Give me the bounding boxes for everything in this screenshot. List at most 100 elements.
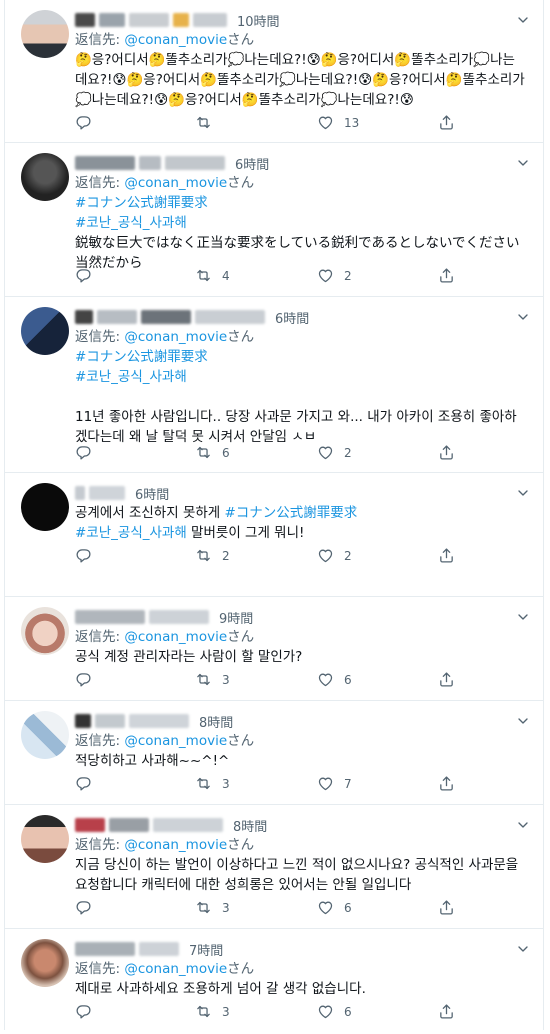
share-button[interactable] — [438, 1003, 455, 1020]
user-handle[interactable] — [149, 610, 209, 624]
chevron-down-icon[interactable] — [515, 12, 531, 28]
chevron-down-icon[interactable] — [515, 817, 531, 833]
like-button[interactable]: 6 — [317, 671, 352, 688]
mention-link[interactable]: @conan_movie — [124, 961, 227, 977]
user-handle[interactable] — [141, 310, 191, 324]
hashtag-link[interactable]: #コナン公式謝罪要求 — [75, 193, 525, 213]
tweet-body: 6時間 返信先: @conan_movieさん #コナン公式謝罪要求 #코난_공… — [75, 153, 525, 273]
user-handle[interactable] — [89, 486, 125, 500]
tweet-time[interactable]: 8時間 — [199, 712, 233, 731]
avatar[interactable] — [21, 815, 69, 863]
reply-button[interactable] — [75, 444, 102, 461]
tweet-actions: 6 2 — [75, 444, 465, 464]
mention-link[interactable]: @conan_movie — [124, 837, 227, 853]
tweet[interactable]: 8時間 返信先: @conan_movieさん 지금 당신이 하는 발언이 이상… — [5, 805, 543, 929]
mention-link[interactable]: @conan_movie — [124, 175, 227, 191]
user-name[interactable] — [75, 156, 135, 170]
chevron-down-icon[interactable] — [515, 155, 531, 171]
hashtag-link[interactable]: #코난_공식_사과해 — [75, 367, 525, 387]
tweet[interactable]: 8時間 返信先: @conan_movieさん 적당히하고 사과해~~^!^ 3… — [5, 701, 543, 805]
like-button[interactable]: 7 — [317, 775, 352, 792]
mention-link[interactable]: @conan_movie — [124, 32, 227, 48]
like-button[interactable]: 2 — [317, 547, 352, 564]
mention-link[interactable]: @conan_movie — [124, 629, 227, 645]
tweet-time[interactable]: 6時間 — [235, 154, 269, 173]
like-button[interactable]: 2 — [317, 444, 352, 461]
reply-button[interactable] — [75, 114, 102, 131]
tweet-body: 10時間 返信先: @conan_movieさん 🤔응?어디서🤔똘추소리가💭나는… — [75, 10, 525, 110]
tweet-text: 제대로 사과하세요 조용하게 넘어 갈 생각 없습니다. — [75, 981, 366, 997]
share-button[interactable] — [438, 267, 455, 284]
avatar[interactable] — [21, 939, 69, 987]
like-button[interactable]: 13 — [317, 114, 359, 131]
share-button[interactable] — [438, 547, 455, 564]
chevron-down-icon[interactable] — [515, 713, 531, 729]
user-handle[interactable] — [153, 818, 223, 832]
avatar[interactable] — [21, 607, 69, 655]
retweet-button[interactable]: 6 — [195, 444, 230, 461]
user-name[interactable] — [75, 486, 85, 500]
tweet[interactable]: 6時間 공계에서 조신하지 못하게 #コナン公式謝罪要求 #코난_공식_사과해 말… — [5, 473, 543, 597]
reply-button[interactable] — [75, 671, 102, 688]
tweet-time[interactable]: 10時間 — [237, 11, 280, 30]
chevron-down-icon[interactable] — [515, 609, 531, 625]
share-button[interactable] — [438, 671, 455, 688]
tweet-time[interactable]: 6時間 — [135, 484, 169, 503]
avatar[interactable] — [21, 153, 69, 201]
avatar[interactable] — [21, 10, 69, 58]
retweet-button[interactable]: 3 — [195, 1003, 230, 1020]
hashtag-link[interactable]: #コナン公式謝罪要求 — [225, 505, 358, 521]
tweet[interactable]: 7時間 返信先: @conan_movieさん 제대로 사과하세요 조용하게 넘… — [5, 929, 543, 1030]
avatar[interactable] — [21, 711, 69, 759]
avatar[interactable] — [21, 483, 69, 531]
like-button[interactable]: 6 — [317, 899, 352, 916]
retweet-button[interactable]: 4 — [195, 267, 230, 284]
chevron-down-icon[interactable] — [515, 485, 531, 501]
reply-icon — [75, 114, 92, 131]
like-button[interactable]: 6 — [317, 1003, 352, 1020]
share-button[interactable] — [438, 775, 455, 792]
reply-button[interactable] — [75, 267, 102, 284]
user-name[interactable] — [75, 13, 95, 27]
avatar[interactable] — [21, 307, 69, 355]
hashtag-link[interactable]: #コナン公式謝罪要求 — [75, 347, 525, 367]
user-handle[interactable] — [129, 714, 189, 728]
share-button[interactable] — [438, 114, 455, 131]
user-name[interactable] — [75, 310, 93, 324]
share-button[interactable] — [438, 444, 455, 461]
chevron-down-icon[interactable] — [515, 941, 531, 957]
user-name[interactable] — [75, 610, 145, 624]
tweet-time[interactable]: 9時間 — [219, 608, 253, 627]
mention-link[interactable]: @conan_movie — [124, 733, 227, 749]
reply-context: 返信先: @conan_movieさん — [75, 837, 255, 853]
like-button[interactable]: 2 — [317, 267, 352, 284]
user-name[interactable] — [75, 942, 135, 956]
user-handle[interactable] — [139, 942, 179, 956]
reply-button[interactable] — [75, 1003, 102, 1020]
tweet[interactable]: 6時間 返信先: @conan_movieさん #コナン公式謝罪要求 #코난_공… — [5, 143, 543, 297]
chevron-down-icon[interactable] — [515, 309, 531, 325]
tweet-time[interactable]: 7時間 — [189, 940, 223, 959]
share-button[interactable] — [438, 899, 455, 916]
tweet-time[interactable]: 8時間 — [233, 816, 267, 835]
reply-button[interactable] — [75, 775, 102, 792]
user-handle[interactable] — [129, 13, 169, 27]
tweet-header: 8時間 — [75, 815, 525, 835]
user-name[interactable] — [75, 818, 105, 832]
retweet-button[interactable]: 3 — [195, 899, 230, 916]
user-handle[interactable] — [165, 156, 225, 170]
reply-button[interactable] — [75, 899, 102, 916]
retweet-button[interactable]: 3 — [195, 671, 230, 688]
tweet[interactable]: 10時間 返信先: @conan_movieさん 🤔응?어디서🤔똘추소리가💭나는… — [5, 0, 543, 143]
reply-button[interactable] — [75, 547, 102, 564]
retweet-button[interactable]: 3 — [195, 775, 230, 792]
retweet-button[interactable]: 2 — [195, 547, 230, 564]
tweet-time[interactable]: 6時間 — [275, 308, 309, 327]
hashtag-link[interactable]: #코난_공식_사과해 — [75, 213, 525, 233]
retweet-button[interactable] — [195, 114, 222, 131]
tweet[interactable]: 9時間 返信先: @conan_movieさん 공식 계정 관리자라는 사람이 … — [5, 597, 543, 701]
mention-link[interactable]: @conan_movie — [124, 329, 227, 345]
user-name[interactable] — [75, 714, 91, 728]
hashtag-link[interactable]: #코난_공식_사과해 — [75, 525, 187, 541]
tweet[interactable]: 6時間 返信先: @conan_movieさん #コナン公式謝罪要求 #코난_공… — [5, 297, 543, 473]
